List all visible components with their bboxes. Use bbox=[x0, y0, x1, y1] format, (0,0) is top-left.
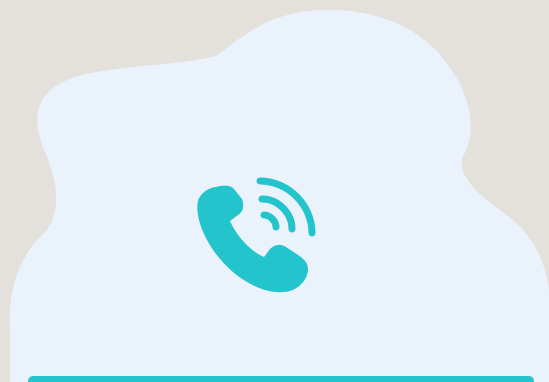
handset-shape bbox=[197, 185, 308, 293]
accent-bar bbox=[28, 376, 534, 382]
signal-wave-small bbox=[260, 211, 280, 231]
phone-contact-illustration bbox=[0, 0, 549, 382]
phone-ringing-icon bbox=[188, 163, 328, 303]
